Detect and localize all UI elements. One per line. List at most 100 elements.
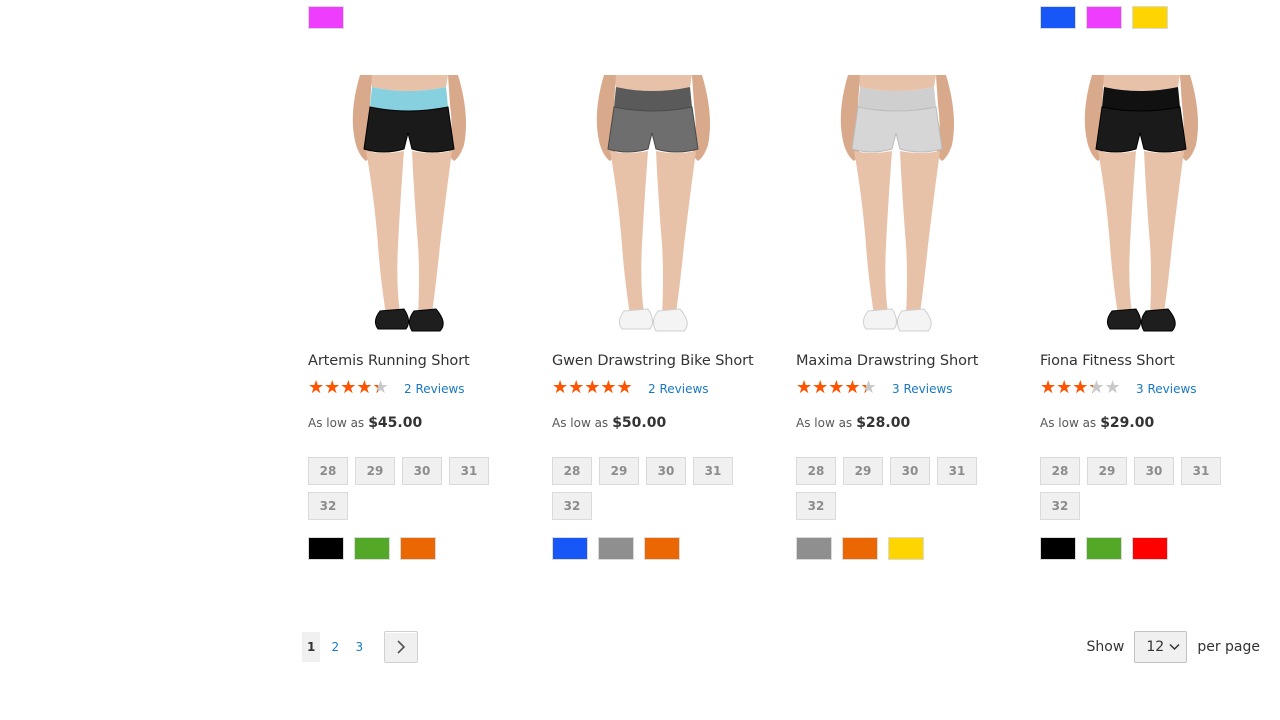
color-swatch[interactable] (1086, 6, 1122, 29)
rating-stars: ★★★★★ ★★★★★ (1040, 378, 1128, 398)
product-image-fiona (1084, 75, 1198, 332)
product-rating: ★★★★★ ★★★★★ 2 Reviews (308, 378, 465, 398)
product-rating: ★★★★★ ★★★★★ 2 Reviews (552, 378, 709, 398)
product-price: As low as $45.00 (308, 415, 422, 431)
size-option[interactable]: 30 (1134, 457, 1174, 485)
size-option[interactable]: 28 (1040, 457, 1080, 485)
price-prefix: As low as (1040, 416, 1097, 430)
size-option[interactable]: 28 (552, 457, 592, 485)
price-prefix: As low as (308, 416, 365, 430)
star-filled-icon: ★★★★★ (1040, 378, 1093, 398)
price-value: $45.00 (368, 415, 423, 431)
size-options: 28 29 30 31 32 (796, 457, 996, 520)
next-page-button[interactable] (384, 631, 419, 663)
color-swatch[interactable] (796, 537, 832, 560)
size-options: 28 29 30 31 32 (552, 457, 752, 520)
top-swatch-row-2 (1040, 6, 1168, 29)
color-swatch[interactable] (644, 537, 680, 560)
size-options: 28 29 30 31 32 (308, 457, 508, 520)
size-options: 28 29 30 31 32 (1040, 457, 1240, 520)
size-option[interactable]: 32 (1040, 492, 1080, 520)
size-option[interactable]: 29 (1087, 457, 1127, 485)
product-price: As low as $29.00 (1040, 415, 1154, 431)
color-swatch[interactable] (552, 537, 588, 560)
size-option[interactable]: 32 (796, 492, 836, 520)
rating-stars: ★★★★★ ★★★★★ (552, 378, 640, 398)
product-price: As low as $28.00 (796, 415, 910, 431)
star-filled-icon: ★★★★★ (308, 378, 378, 398)
size-option[interactable]: 32 (308, 492, 348, 520)
color-swatch[interactable] (598, 537, 634, 560)
product-price: As low as $50.00 (552, 415, 666, 431)
color-swatch[interactable] (1040, 6, 1076, 29)
page-link-2[interactable]: 2 (326, 632, 344, 662)
color-swatch[interactable] (1132, 537, 1168, 560)
rating-stars: ★★★★★ ★★★★★ (796, 378, 884, 398)
reviews-link[interactable]: 3 Reviews (1136, 382, 1197, 396)
page-size-select[interactable]: 12 (1134, 631, 1188, 663)
product-image-artemis (352, 75, 466, 332)
reviews-link[interactable]: 2 Reviews (404, 382, 465, 396)
reviews-link[interactable]: 2 Reviews (648, 382, 709, 396)
product-name-link[interactable]: Gwen Drawstring Bike Short (552, 353, 754, 369)
color-options (308, 537, 436, 560)
top-swatch-row-1 (308, 6, 344, 29)
page-size-limiter: Show 12 per page (1087, 631, 1260, 663)
product-image-maxima (840, 75, 954, 332)
page-size-value: 12 (1146, 639, 1165, 655)
page-link-1[interactable]: 1 (302, 632, 321, 662)
product-name-link[interactable]: Maxima Drawstring Short (796, 353, 978, 369)
size-option[interactable]: 29 (355, 457, 395, 485)
size-option[interactable]: 31 (1181, 457, 1221, 485)
color-options (796, 537, 924, 560)
color-swatch[interactable] (354, 537, 390, 560)
color-swatch[interactable] (888, 537, 924, 560)
color-options (1040, 537, 1168, 560)
rating-stars: ★★★★★ ★★★★★ (308, 378, 396, 398)
product-photo[interactable] (1040, 75, 1240, 340)
color-swatch[interactable] (1040, 537, 1076, 560)
size-option[interactable]: 30 (402, 457, 442, 485)
product-card: Maxima Drawstring Short ★★★★★ ★★★★★ 3 Re… (796, 75, 996, 560)
product-name-link[interactable]: Fiona Fitness Short (1040, 353, 1175, 369)
product-image-gwen (596, 75, 710, 332)
page-link-3[interactable]: 3 (350, 632, 368, 662)
size-option[interactable]: 28 (796, 457, 836, 485)
size-option[interactable]: 30 (890, 457, 930, 485)
product-card: Artemis Running Short ★★★★★ ★★★★★ 2 Revi… (308, 75, 508, 560)
price-value: $28.00 (856, 415, 911, 431)
reviews-link[interactable]: 3 Reviews (892, 382, 953, 396)
price-prefix: As low as (796, 416, 853, 430)
size-option[interactable]: 30 (646, 457, 686, 485)
product-name-link[interactable]: Artemis Running Short (308, 353, 470, 369)
color-swatch[interactable] (308, 6, 344, 29)
show-label: Show (1086, 639, 1125, 655)
size-option[interactable]: 31 (937, 457, 977, 485)
pagination: 1 2 3 (302, 631, 419, 663)
size-option[interactable]: 29 (599, 457, 639, 485)
chevron-down-icon (1169, 643, 1180, 651)
size-option[interactable]: 31 (693, 457, 733, 485)
chevron-right-icon (397, 640, 406, 654)
product-photo[interactable] (308, 75, 508, 340)
size-option[interactable]: 29 (843, 457, 883, 485)
star-filled-icon: ★★★★★ (552, 378, 632, 398)
color-swatch[interactable] (842, 537, 878, 560)
per-page-label: per page (1197, 639, 1260, 655)
color-swatch[interactable] (1132, 6, 1168, 29)
product-photo[interactable] (552, 75, 752, 340)
color-swatch[interactable] (400, 537, 436, 560)
product-photo[interactable] (796, 75, 996, 340)
color-options (552, 537, 680, 560)
size-option[interactable]: 28 (308, 457, 348, 485)
size-option[interactable]: 32 (552, 492, 592, 520)
size-option[interactable]: 31 (449, 457, 489, 485)
star-filled-icon: ★★★★★ (796, 378, 866, 398)
product-card: Gwen Drawstring Bike Short ★★★★★ ★★★★★ 2… (552, 75, 754, 560)
price-value: $29.00 (1100, 415, 1155, 431)
price-value: $50.00 (612, 415, 667, 431)
color-swatch[interactable] (1086, 537, 1122, 560)
price-prefix: As low as (552, 416, 609, 430)
color-swatch[interactable] (308, 537, 344, 560)
product-rating: ★★★★★ ★★★★★ 3 Reviews (1040, 378, 1197, 398)
